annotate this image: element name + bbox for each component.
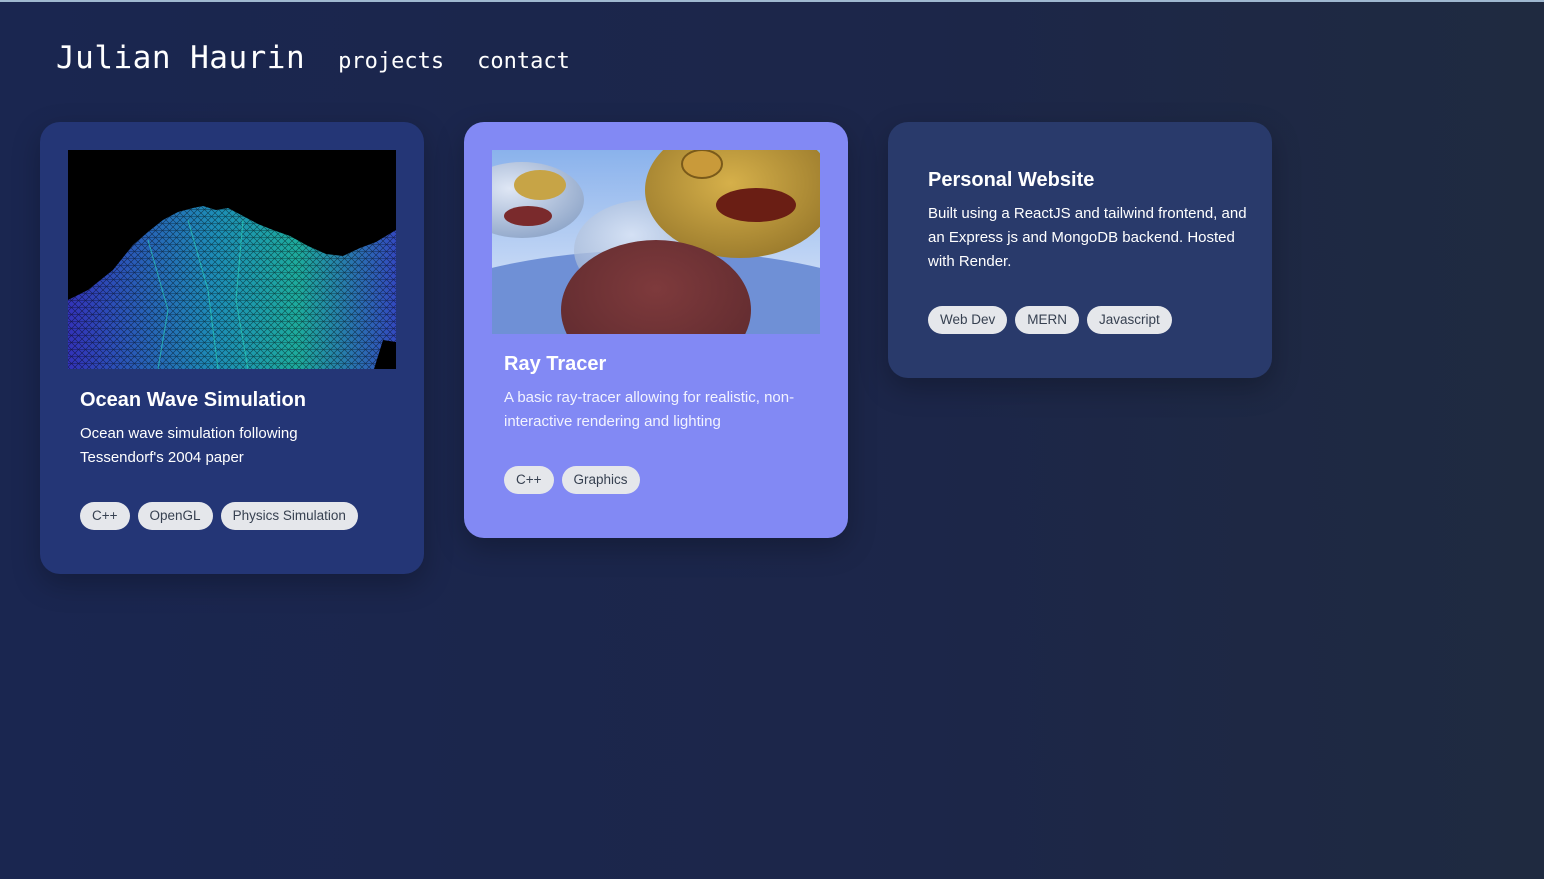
project-title[interactable]: Ocean Wave Simulation: [80, 389, 306, 412]
project-card-personal-website[interactable]: Personal Website Built using a ReactJS a…: [888, 122, 1272, 378]
tag-list: C++ OpenGL Physics Simulation: [80, 502, 358, 530]
ocean-wireframe-image: [68, 150, 396, 369]
project-description: Ocean wave simulation following Tessendo…: [80, 425, 298, 466]
project-description: A basic ray-tracer allowing for realisti…: [504, 389, 795, 430]
tag-cpp: C++: [504, 466, 554, 494]
top-nav: Julian Haurin projects contact: [56, 40, 603, 76]
project-title[interactable]: Personal Website: [928, 169, 1094, 192]
ray-traced-spheres-image: [492, 150, 820, 334]
tag-javascript: Javascript: [1087, 306, 1172, 334]
tag-list: C++ Graphics: [504, 466, 640, 494]
tag-web-dev: Web Dev: [928, 306, 1008, 334]
tag-list: Web Dev MERN Javascript: [928, 306, 1172, 334]
nav-link-projects[interactable]: projects: [338, 49, 444, 74]
tag-opengl: OpenGL: [137, 502, 213, 530]
project-title[interactable]: Ray Tracer: [504, 353, 606, 376]
tag-graphics: Graphics: [561, 466, 640, 494]
site-brand[interactable]: Julian Haurin: [56, 40, 305, 76]
top-border: [0, 0, 1544, 2]
project-card-ray-tracer[interactable]: Ray Tracer A basic ray-tracer allowing f…: [464, 122, 848, 538]
project-description: Built using a ReactJS and tailwind front…: [928, 205, 1247, 270]
project-card-ocean-wave[interactable]: Ocean Wave Simulation Ocean wave simulat…: [40, 122, 424, 574]
tag-physics-simulation: Physics Simulation: [220, 502, 358, 530]
tag-cpp: C++: [80, 502, 130, 530]
nav-link-contact[interactable]: contact: [477, 49, 570, 74]
tag-mern: MERN: [1015, 306, 1080, 334]
